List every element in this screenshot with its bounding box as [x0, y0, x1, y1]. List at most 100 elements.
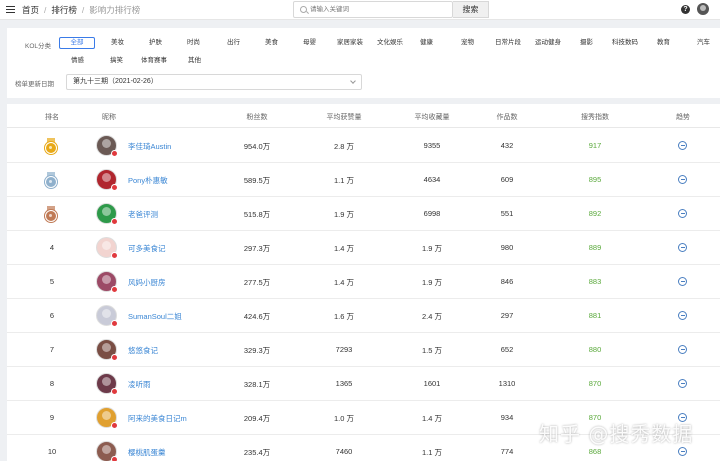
works-count: 432	[500, 141, 514, 150]
trend-icon[interactable]	[678, 277, 687, 286]
kol-name-link[interactable]: 阿来的美食日记m	[128, 413, 187, 424]
fans-count: 954.0万	[243, 142, 271, 151]
category-chip[interactable]: 护肤	[149, 37, 162, 49]
user-avatar[interactable]	[697, 3, 709, 15]
kol-name-link[interactable]: 樱桃肌蛋羹	[128, 447, 166, 458]
category-chip[interactable]: 体育赛事	[141, 55, 167, 67]
help-icon[interactable]: ?	[681, 5, 690, 14]
fans-count: 277.5万	[243, 278, 271, 287]
category-chip[interactable]: 健康	[420, 37, 433, 49]
avg-likes: 1.6 万	[333, 312, 355, 321]
avg-likes: 1365	[335, 379, 353, 388]
works-count: 1310	[498, 379, 516, 388]
avg-favorites: 1.4 万	[421, 414, 443, 423]
category-chip[interactable]: 美食	[265, 37, 278, 49]
table-header: 排名 昵称 粉丝数 平均获赞量 平均收藏量 作品数 搜秀指数 趋势	[7, 104, 720, 128]
category-chip[interactable]: 科技数码	[612, 37, 638, 49]
column-header[interactable]: 作品数	[497, 112, 518, 122]
soushow-score: 880	[588, 345, 602, 354]
menu-icon[interactable]	[6, 6, 15, 13]
period-label: 榜单更新日期	[15, 81, 54, 88]
category-chip[interactable]: 美妆	[111, 37, 124, 49]
trend-icon[interactable]	[678, 379, 687, 388]
trend-icon[interactable]	[678, 175, 687, 184]
avg-favorites: 1601	[423, 379, 441, 388]
category-chip[interactable]: 搞笑	[110, 55, 123, 67]
search-button[interactable]: 搜索	[453, 1, 489, 18]
avg-likes: 1.4 万	[333, 278, 355, 287]
kol-name-link[interactable]: Pony朴惠敏	[128, 175, 168, 186]
works-count: 652	[500, 345, 514, 354]
breadcrumb-ranking[interactable]: 排行榜	[51, 5, 77, 15]
column-header[interactable]: 平均收藏量	[415, 112, 450, 122]
kol-name-link[interactable]: 悠悠食记	[128, 345, 158, 356]
table-row[interactable]: 8 凌听雨 328.1万 1365 1601 1310 870	[7, 367, 720, 401]
table-row[interactable]: 6 SumanSoul二姐 424.6万 1.6 万 2.4 万 297 881	[7, 299, 720, 333]
column-header: 趋势	[676, 114, 690, 121]
kol-name-link[interactable]: 风妈小厨房	[128, 277, 166, 288]
category-chip[interactable]: 出行	[227, 37, 240, 49]
category-chip[interactable]: 家居家装	[337, 37, 363, 49]
kol-name-link[interactable]: 凌听雨	[128, 379, 151, 390]
trend-icon[interactable]	[678, 447, 687, 456]
table-row[interactable]: 5 风妈小厨房 277.5万 1.4 万 1.9 万 846 883	[7, 265, 720, 299]
avg-likes: 1.1 万	[333, 176, 355, 185]
column-header[interactable]: 粉丝数	[247, 112, 268, 122]
rank-number: 9	[49, 413, 55, 422]
column-header: 昵称	[102, 114, 116, 121]
avg-likes: 7293	[335, 345, 353, 354]
category-chip[interactable]: 摄影	[580, 37, 593, 49]
category-chip[interactable]: 母婴	[303, 37, 316, 49]
avg-favorites: 1.1 万	[421, 448, 443, 457]
rank-number: 5	[49, 277, 55, 286]
trend-icon[interactable]	[678, 141, 687, 150]
table-row[interactable]: 4 可多美食记 297.3万 1.4 万 1.9 万 980 889	[7, 231, 720, 265]
trend-icon[interactable]	[678, 243, 687, 252]
breadcrumb-current: 影响力排行榜	[89, 5, 141, 15]
works-count: 980	[500, 243, 514, 252]
category-chip[interactable]: 其他	[188, 55, 201, 67]
category-chip[interactable]: 时尚	[187, 37, 200, 49]
column-header[interactable]: 搜秀指数	[581, 112, 609, 122]
category-chip[interactable]: 全部	[59, 37, 95, 49]
avg-favorites: 2.4 万	[421, 312, 443, 321]
category-chip[interactable]: 教育	[657, 37, 670, 49]
verified-badge-icon	[111, 184, 118, 191]
fans-count: 235.4万	[243, 448, 271, 457]
table-row[interactable]: 老爸评测 515.8万 1.9 万 6998 551 892	[7, 197, 720, 231]
table-row[interactable]: 李佳琦Austin 954.0万 2.8 万 9355 432 917	[7, 129, 720, 163]
table-row[interactable]: Pony朴惠敏 589.5万 1.1 万 4634 609 895	[7, 163, 720, 197]
verified-badge-icon	[111, 456, 118, 461]
period-select[interactable]: 第九十三期（2021-02-26）	[66, 74, 362, 90]
top-bar: 首页 / 排行榜 / 影响力排行榜 搜索 ?	[0, 0, 720, 20]
fans-count: 297.3万	[243, 244, 271, 253]
verified-badge-icon	[111, 218, 118, 225]
table-row[interactable]: 7 悠悠食记 329.3万 7293 1.5 万 652 880	[7, 333, 720, 367]
trend-icon[interactable]	[678, 209, 687, 218]
breadcrumb-separator: /	[44, 5, 47, 15]
works-count: 551	[500, 209, 514, 218]
category-chip[interactable]: 情感	[71, 55, 84, 67]
category-chip[interactable]: 运动健身	[535, 37, 561, 49]
kol-name-link[interactable]: 李佳琦Austin	[128, 141, 171, 152]
kol-name-link[interactable]: 老爸评测	[128, 209, 158, 220]
verified-badge-icon	[111, 252, 118, 259]
soushow-score: 895	[588, 175, 602, 184]
search-box	[293, 1, 453, 18]
kol-name-link[interactable]: SumanSoul二姐	[128, 311, 182, 322]
category-chip[interactable]: 汽车	[697, 37, 710, 49]
breadcrumb-home[interactable]: 首页	[22, 5, 39, 15]
category-chip[interactable]: 宠物	[461, 37, 474, 49]
kol-name-link[interactable]: 可多美食记	[128, 243, 166, 254]
verified-badge-icon	[111, 388, 118, 395]
avg-likes: 1.4 万	[333, 244, 355, 253]
column-header[interactable]: 平均获赞量	[327, 112, 362, 122]
trend-icon[interactable]	[678, 345, 687, 354]
category-chip[interactable]: 日常片段	[495, 37, 521, 49]
trend-icon[interactable]	[678, 311, 687, 320]
avg-favorites: 4634	[423, 175, 441, 184]
gold-medal-icon	[44, 138, 58, 154]
search-input[interactable]	[310, 4, 448, 15]
category-chip[interactable]: 文化娱乐	[377, 37, 403, 49]
watermark: 知乎 @搜秀数据	[539, 422, 694, 446]
